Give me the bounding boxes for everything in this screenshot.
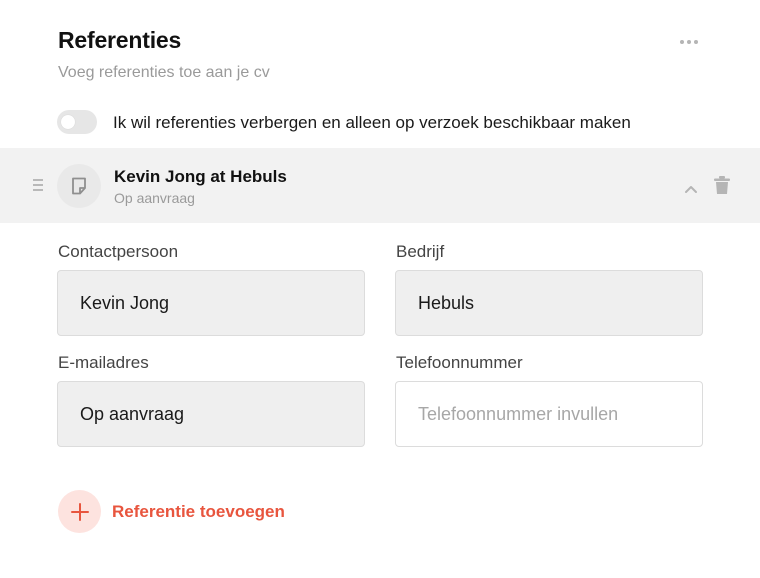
chevron-up-icon[interactable] xyxy=(684,181,698,193)
phone-label: Telefoonnummer xyxy=(396,353,523,372)
add-reference-label[interactable]: Referentie toevoegen xyxy=(112,502,285,522)
section-title: Referenties xyxy=(58,27,182,53)
hide-references-label: Ik wil referenties verbergen en alleen o… xyxy=(113,113,631,132)
phone-field[interactable]: Telefoonnummer invullen xyxy=(395,381,703,447)
add-reference-button[interactable] xyxy=(58,490,101,533)
company-field[interactable]: Hebuls xyxy=(395,270,703,336)
reference-subtitle: Op aanvraag xyxy=(114,190,195,206)
section-subtitle: Voeg referenties toe aan je cv xyxy=(58,64,270,81)
contact-person-label: Contactpersoon xyxy=(58,242,179,261)
email-field[interactable]: Op aanvraag xyxy=(57,381,365,447)
reference-item-header[interactable]: Kevin Jong at Hebuls Op aanvraag xyxy=(0,148,760,223)
company-label: Bedrijf xyxy=(396,242,445,261)
email-label: E-mailadres xyxy=(58,353,149,372)
contact-person-field[interactable]: Kevin Jong xyxy=(57,270,365,336)
drag-handle-icon[interactable] xyxy=(33,179,43,191)
plus-icon xyxy=(70,502,89,521)
more-options-icon[interactable] xyxy=(680,38,700,46)
hide-references-toggle[interactable] xyxy=(57,110,97,134)
toggle-knob xyxy=(61,115,75,129)
reference-title: Kevin Jong at Hebuls xyxy=(114,167,287,186)
document-icon xyxy=(57,164,101,208)
trash-icon[interactable] xyxy=(713,175,731,195)
